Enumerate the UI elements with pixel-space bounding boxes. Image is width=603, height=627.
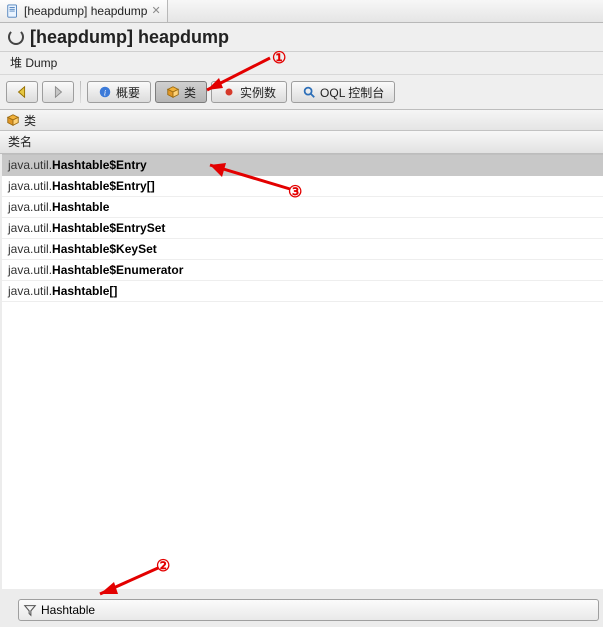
filter-bar bbox=[18, 599, 599, 621]
package-icon bbox=[166, 85, 180, 99]
page-title: [heapdump] heapdump bbox=[30, 27, 229, 48]
editor-tabstrip: [heapdump] heapdump ✕ bbox=[0, 0, 603, 23]
table-row[interactable]: java.util.Hashtable$Entry bbox=[2, 155, 603, 176]
classes-label: 类 bbox=[184, 84, 196, 101]
panel-title: 类 bbox=[0, 110, 603, 131]
info-icon: i bbox=[98, 85, 112, 99]
table-row[interactable]: java.util.Hashtable$KeySet bbox=[2, 239, 603, 260]
class-prefix: java.util. bbox=[8, 158, 52, 172]
class-prefix: java.util. bbox=[8, 221, 52, 235]
table-row[interactable]: java.util.Hashtable bbox=[2, 197, 603, 218]
view-subtitle: 堆 Dump bbox=[0, 52, 603, 74]
filter-input[interactable] bbox=[41, 603, 594, 617]
file-icon bbox=[6, 4, 20, 18]
panel-title-label: 类 bbox=[24, 112, 36, 129]
class-name: Hashtable$Entry bbox=[52, 158, 147, 172]
table-row[interactable]: java.util.Hashtable[] bbox=[2, 281, 603, 302]
package-icon bbox=[6, 113, 20, 127]
close-icon[interactable]: ✕ bbox=[151, 6, 160, 17]
overview-label: 概要 bbox=[116, 84, 140, 101]
class-prefix: java.util. bbox=[8, 263, 52, 277]
back-button[interactable] bbox=[6, 81, 38, 103]
class-name: Hashtable[] bbox=[52, 284, 117, 298]
oql-label: OQL 控制台 bbox=[320, 84, 384, 101]
instances-label: 实例数 bbox=[240, 84, 276, 101]
page-heading: [heapdump] heapdump bbox=[0, 23, 603, 52]
class-list: java.util.Hashtable$Entryjava.util.Hasht… bbox=[2, 154, 603, 589]
class-name: Hashtable$Entry[] bbox=[52, 179, 155, 193]
filter-icon bbox=[23, 603, 37, 617]
table-row[interactable]: java.util.Hashtable$Enumerator bbox=[2, 260, 603, 281]
classes-button[interactable]: 类 bbox=[155, 81, 207, 103]
editor-tab-label: [heapdump] heapdump bbox=[24, 4, 147, 18]
class-prefix: java.util. bbox=[8, 242, 52, 256]
column-header-classname[interactable]: 类名 bbox=[0, 131, 603, 154]
class-name: Hashtable$KeySet bbox=[52, 242, 157, 256]
table-row[interactable]: java.util.Hashtable$Entry[] bbox=[2, 176, 603, 197]
class-prefix: java.util. bbox=[8, 284, 52, 298]
arrow-right-icon bbox=[51, 85, 65, 99]
editor-tab[interactable]: [heapdump] heapdump ✕ bbox=[0, 0, 168, 22]
overview-button[interactable]: i 概要 bbox=[87, 81, 151, 103]
class-name: Hashtable bbox=[52, 200, 109, 214]
class-prefix: java.util. bbox=[8, 200, 52, 214]
oql-button[interactable]: OQL 控制台 bbox=[291, 81, 395, 103]
class-prefix: java.util. bbox=[8, 179, 52, 193]
loading-icon bbox=[8, 29, 24, 45]
toolbar: i 概要 类 实例数 OQL 控制台 bbox=[0, 74, 603, 110]
class-name: Hashtable$EntrySet bbox=[52, 221, 165, 235]
table-row[interactable]: java.util.Hashtable$EntrySet bbox=[2, 218, 603, 239]
arrow-left-icon bbox=[15, 85, 29, 99]
toolbar-separator bbox=[80, 81, 81, 103]
dot-icon bbox=[222, 85, 236, 99]
instances-button[interactable]: 实例数 bbox=[211, 81, 287, 103]
forward-button[interactable] bbox=[42, 81, 74, 103]
search-sql-icon bbox=[302, 85, 316, 99]
class-name: Hashtable$Enumerator bbox=[52, 263, 183, 277]
